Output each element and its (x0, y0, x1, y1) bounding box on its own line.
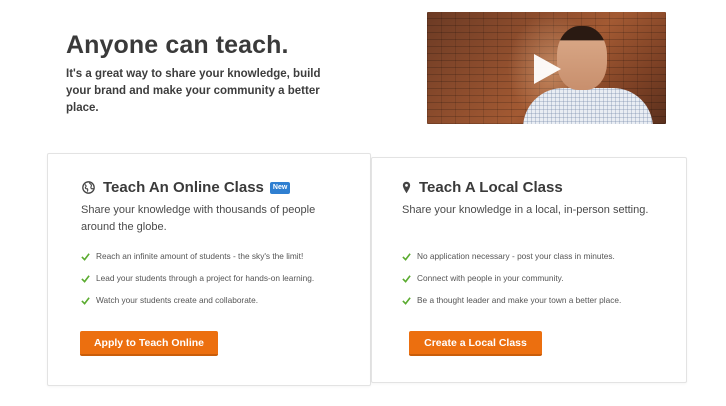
globe-icon (82, 181, 95, 194)
list-item: Watch your students create and collabora… (81, 289, 314, 311)
video-person-head (557, 26, 607, 90)
list-item: Connect with people in your community. (402, 267, 621, 289)
play-icon[interactable] (528, 51, 564, 87)
create-local-class-button[interactable]: Create a Local Class (409, 331, 542, 356)
local-card-header: Teach A Local Class (402, 179, 563, 196)
online-card-header: Teach An Online Class New (82, 179, 291, 196)
check-icon (402, 252, 411, 261)
new-badge: New (269, 181, 291, 194)
video-person-body (523, 88, 653, 124)
check-icon (81, 252, 90, 261)
local-card-title: Teach A Local Class (419, 179, 563, 196)
page-title: Anyone can teach. (66, 31, 289, 59)
feature-text: Connect with people in your community. (417, 273, 564, 283)
apply-to-teach-online-button[interactable]: Apply to Teach Online (80, 331, 218, 356)
online-class-card: Teach An Online Class New Share your kno… (47, 153, 371, 386)
check-icon (81, 296, 90, 305)
feature-text: Be a thought leader and make your town a… (417, 295, 622, 305)
feature-text: Watch your students create and collabora… (96, 295, 259, 305)
list-item: Reach an infinite amount of students - t… (81, 245, 314, 267)
check-icon (81, 274, 90, 283)
online-feature-list: Reach an infinite amount of students - t… (81, 245, 314, 311)
check-icon (402, 296, 411, 305)
online-card-title: Teach An Online Class (103, 179, 264, 196)
local-class-card: Teach A Local Class Share your knowledge… (371, 157, 687, 383)
feature-text: No application necessary - post your cla… (417, 251, 615, 261)
online-card-description: Share your knowledge with thousands of p… (81, 204, 316, 233)
map-pin-icon (402, 181, 411, 194)
list-item: No application necessary - post your cla… (402, 245, 621, 267)
list-item: Be a thought leader and make your town a… (402, 289, 621, 311)
intro-video[interactable] (427, 12, 666, 124)
check-icon (402, 274, 411, 283)
local-feature-list: No application necessary - post your cla… (402, 245, 621, 311)
list-item: Lead your students through a project for… (81, 267, 314, 289)
feature-text: Reach an infinite amount of students - t… (96, 251, 304, 261)
page-subtitle: It's a great way to share your knowledge… (66, 68, 321, 114)
feature-text: Lead your students through a project for… (96, 273, 315, 283)
local-card-description: Share your knowledge in a local, in-pers… (402, 204, 649, 216)
